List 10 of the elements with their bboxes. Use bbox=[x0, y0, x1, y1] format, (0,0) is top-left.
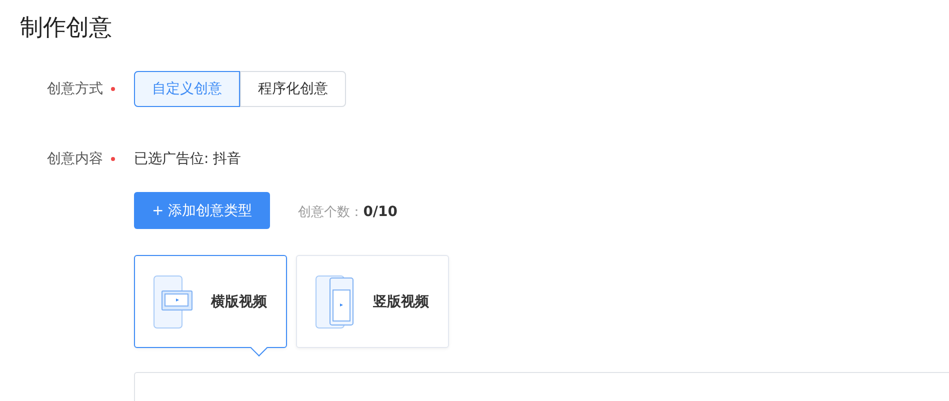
field-label: 创意方式 bbox=[47, 80, 103, 98]
mode-option[interactable]: 程序化创意 bbox=[240, 71, 346, 107]
selected-placement: 已选广告位: 抖音 bbox=[134, 150, 242, 168]
field-label: 创意内容 bbox=[47, 150, 103, 168]
page-title: 制作创意 bbox=[20, 14, 112, 43]
landscape-video-icon bbox=[153, 274, 193, 328]
count-value: 0/10 bbox=[363, 204, 398, 220]
creative-type-card[interactable]: 竖版视频 bbox=[296, 255, 449, 348]
count-label: 创意个数： bbox=[298, 204, 364, 220]
portrait-video-icon bbox=[315, 274, 355, 328]
